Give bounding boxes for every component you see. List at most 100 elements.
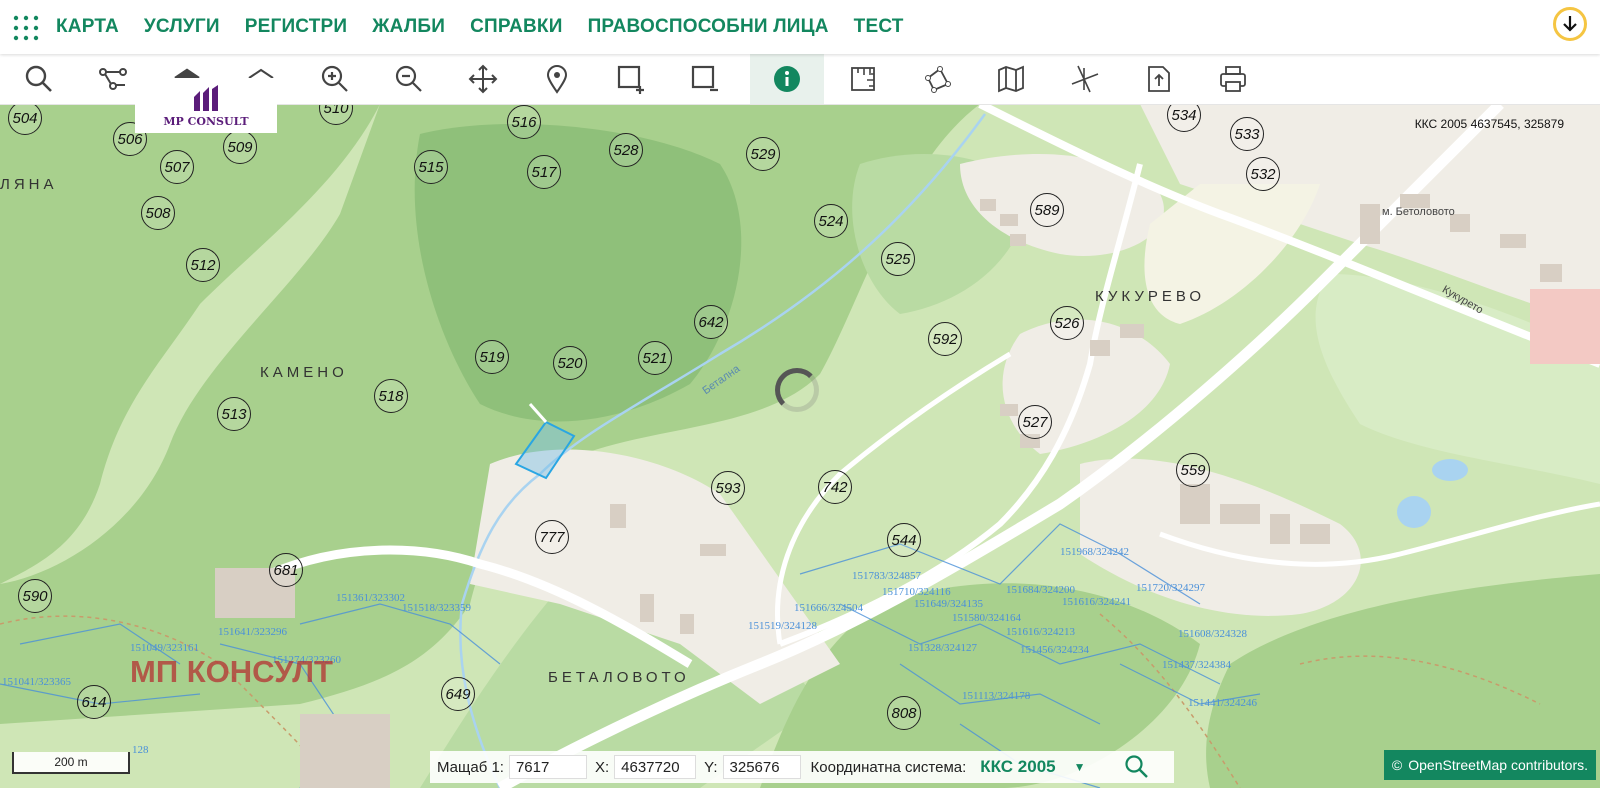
parcel-label[interactable]: 507 [160, 150, 194, 184]
attribution-text[interactable]: OpenStreetMap contributors. [1408, 757, 1588, 773]
logo-text: MP CONSULT [163, 115, 249, 128]
parcel-label[interactable]: 518 [374, 379, 408, 413]
plot-label: 151580/324164 [952, 612, 1022, 624]
plot-label: 151968/324242 [1060, 546, 1130, 558]
parcel-label[interactable]: 593 [711, 471, 745, 505]
plot-label: 151641/323296 [218, 626, 288, 638]
logo-mark-icon [194, 85, 218, 111]
location-button[interactable] [520, 54, 594, 104]
export-button[interactable] [1122, 54, 1196, 104]
plot-label: 151608/324328 [1178, 628, 1248, 640]
menu-map[interactable]: КАРТА [56, 16, 119, 38]
x-coordinate-input[interactable]: 4637720 [614, 755, 697, 779]
zoom-out-button[interactable] [372, 54, 446, 104]
parcel-label[interactable]: 614 [77, 685, 111, 719]
parcel-label[interactable]: 808 [887, 696, 921, 730]
menu-complaints[interactable]: ЖАЛБИ [372, 16, 445, 38]
plot-label: 151041/323365 [2, 676, 72, 688]
coordinate-search-icon[interactable] [1124, 754, 1150, 780]
map-button[interactable] [974, 54, 1048, 104]
menu-registers[interactable]: РЕГИСТРИ [245, 16, 348, 38]
parcel-label[interactable]: 526 [1050, 306, 1084, 340]
parcel-label[interactable]: 508 [141, 196, 175, 230]
parcel-label[interactable]: 533 [1230, 117, 1264, 151]
top-navigation: КАРТА УСЛУГИ РЕГИСТРИ ЖАЛБИ СПРАВКИ ПРАВ… [0, 0, 1600, 54]
menu-test[interactable]: ТЕСТ [854, 16, 904, 38]
scale-value-input[interactable]: 7617 [508, 755, 587, 779]
place-kameno: КАМЕНО [260, 364, 348, 381]
intersect-button[interactable] [1048, 54, 1122, 104]
parcel-label[interactable]: 544 [887, 523, 921, 557]
parcel-label[interactable]: 742 [818, 470, 852, 504]
plot-label: 151616/324241 [1062, 596, 1132, 608]
zoom-in-icon [321, 65, 348, 92]
print-button[interactable] [1196, 54, 1270, 104]
watermark-text: МП КОНСУЛТ [130, 654, 333, 689]
zoom-in-button[interactable] [298, 54, 372, 104]
plot-label: 128 [132, 744, 149, 756]
mp-consult-logo: MP CONSULT [135, 78, 277, 133]
map-icon [998, 65, 1024, 93]
plot-label: 151328/324127 [908, 642, 978, 654]
place-m-betalovoto: м. Бетоловото [1382, 206, 1455, 218]
parcel-label[interactable]: 516 [507, 105, 541, 139]
plot-label: 151649/324135 [914, 598, 984, 610]
add-rect-button[interactable] [594, 54, 668, 104]
plot-label: 151113/324178 [962, 690, 1031, 702]
remove-rect-button[interactable] [668, 54, 742, 104]
parcel-label[interactable]: 642 [694, 305, 728, 339]
info-button[interactable] [750, 54, 824, 104]
parcel-label[interactable]: 681 [269, 553, 303, 587]
parcel-label[interactable]: 590 [18, 579, 52, 613]
parcel-label[interactable]: 520 [553, 346, 587, 380]
arrow-down-icon [1563, 16, 1577, 32]
parcel-label[interactable]: 524 [814, 204, 848, 238]
add-rect-icon [617, 65, 644, 94]
parcel-label[interactable]: 529 [746, 137, 780, 171]
parcel-label[interactable]: 592 [928, 322, 962, 356]
parcel-label[interactable]: 519 [475, 340, 509, 374]
parcel-label[interactable]: 515 [414, 150, 448, 184]
parcel-label[interactable]: 532 [1246, 157, 1280, 191]
measure-button[interactable] [826, 54, 900, 104]
parcel-label[interactable]: 777 [535, 520, 569, 554]
remove-rect-icon [691, 65, 718, 92]
polygon-icon [925, 66, 951, 93]
parcel-label[interactable]: 509 [223, 130, 257, 164]
status-bar: Мащаб 1: 7617 X: 4637720 Y: 325676 Коорд… [430, 751, 1174, 783]
loading-spinner [775, 368, 819, 412]
map-canvas[interactable]: ККС 2005 4637545, 325879 ЛЯНА КАМЕНО КУК… [0, 104, 1600, 788]
parcel-label[interactable]: 525 [881, 242, 915, 276]
menu-reports[interactable]: СПРАВКИ [470, 16, 562, 38]
parcel-label[interactable]: 517 [527, 155, 561, 189]
parcel-label[interactable]: 512 [186, 248, 220, 282]
menu-services[interactable]: УСЛУГИ [144, 16, 220, 38]
pan-button[interactable] [446, 54, 520, 104]
plot-label: 151518/323359 [402, 602, 472, 614]
parcel-label[interactable]: 649 [441, 677, 475, 711]
plot-label: 151519/324128 [748, 620, 818, 632]
chevron-down-icon[interactable]: ▼ [1074, 760, 1086, 774]
menu-licensed-persons[interactable]: ПРАВОСПОСОБНИ ЛИЦА [588, 16, 829, 38]
plot-label: 151720/324297 [1136, 582, 1206, 594]
scale-bar: 200 m [12, 752, 130, 774]
zoom-out-icon [395, 65, 422, 92]
plot-label: 151666/324504 [794, 602, 864, 614]
parcel-label[interactable]: 589 [1030, 193, 1064, 227]
parcel-label[interactable]: 559 [1176, 453, 1210, 487]
crs-select[interactable]: ККС 2005 [980, 757, 1055, 777]
parcel-label[interactable]: 527 [1018, 405, 1052, 439]
search-tool-button[interactable] [2, 54, 76, 104]
apps-grid-icon[interactable] [12, 14, 40, 42]
plot-label: 151783/324857 [852, 570, 922, 582]
y-coordinate-input[interactable]: 325676 [722, 755, 801, 779]
scale-label: Мащаб 1: [437, 758, 504, 776]
plot-label: 151437/324384 [1162, 659, 1232, 671]
parcel-label[interactable]: 513 [217, 397, 251, 431]
parcel-label[interactable]: 528 [609, 133, 643, 167]
export-icon [1148, 66, 1170, 92]
polygon-button[interactable] [900, 54, 974, 104]
download-button[interactable] [1553, 7, 1587, 41]
cursor-coordinates: ККС 2005 4637545, 325879 [1414, 117, 1564, 131]
parcel-label[interactable]: 521 [638, 341, 672, 375]
